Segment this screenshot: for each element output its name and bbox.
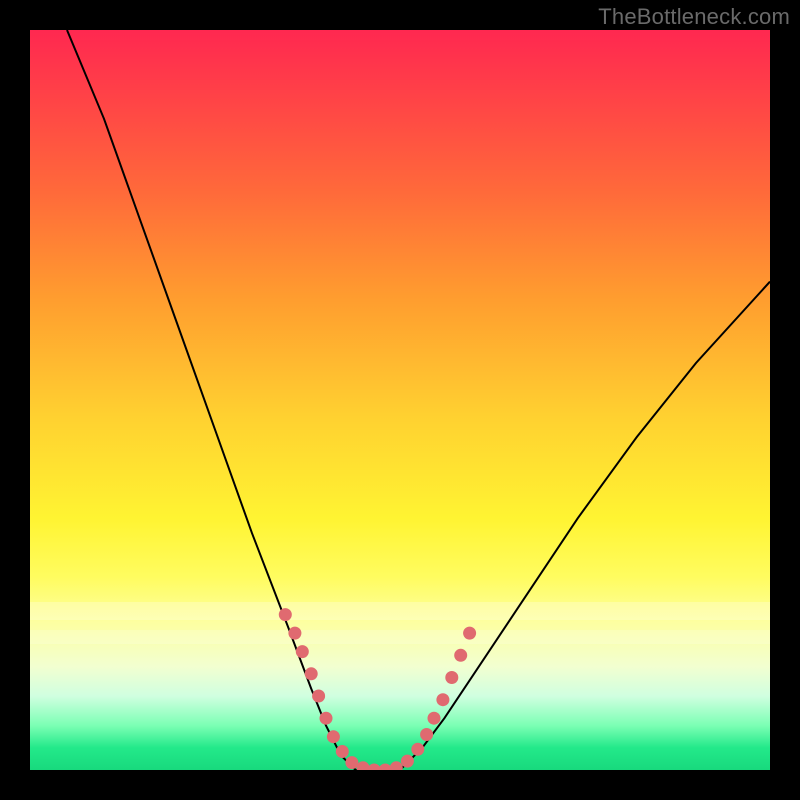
threshold-dot: [357, 761, 370, 770]
threshold-dot: [305, 667, 318, 680]
bottleneck-curve: [30, 30, 770, 770]
threshold-dot: [428, 712, 441, 725]
threshold-dot: [411, 743, 424, 756]
threshold-dot: [379, 764, 392, 771]
plot-area: [30, 30, 770, 770]
threshold-dot: [345, 756, 358, 769]
threshold-dot: [463, 627, 476, 640]
v-curve-path: [67, 30, 770, 770]
threshold-dot: [320, 712, 333, 725]
threshold-dot: [336, 745, 349, 758]
threshold-dot: [279, 608, 292, 621]
threshold-dot: [454, 649, 467, 662]
chart-frame: TheBottleneck.com: [0, 0, 800, 800]
threshold-dot: [436, 693, 449, 706]
threshold-dot: [420, 728, 433, 741]
threshold-dot: [312, 690, 325, 703]
threshold-dot: [327, 730, 340, 743]
threshold-dot: [390, 761, 403, 770]
threshold-dot: [401, 755, 414, 768]
threshold-dot: [445, 671, 458, 684]
threshold-dot: [288, 627, 301, 640]
threshold-dot: [368, 764, 381, 771]
threshold-dot: [296, 645, 309, 658]
watermark-text: TheBottleneck.com: [598, 4, 790, 30]
